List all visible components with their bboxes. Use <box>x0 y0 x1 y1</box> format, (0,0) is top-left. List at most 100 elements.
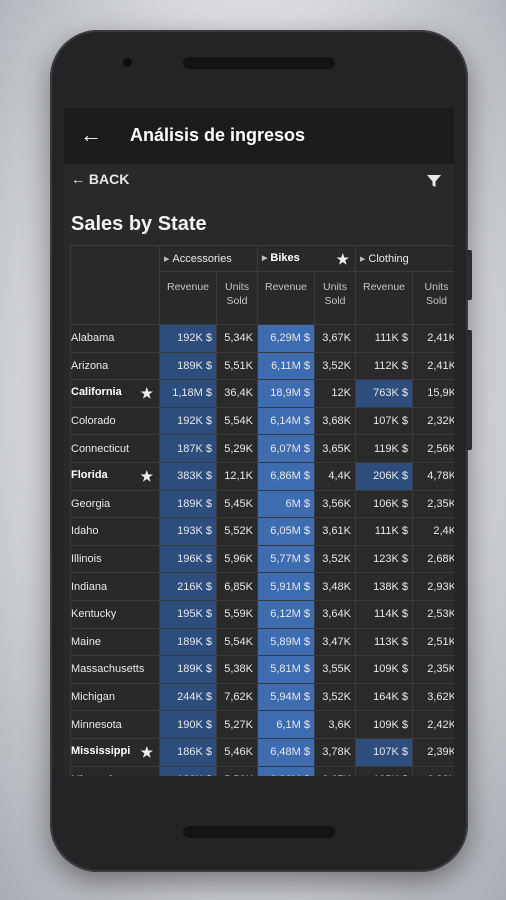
value-cell[interactable]: 2,42K <box>412 710 454 739</box>
value-cell[interactable]: 113K $ <box>355 627 413 657</box>
value-cell[interactable]: 3,65K <box>314 434 356 463</box>
value-cell[interactable]: 5,38K <box>216 655 258 684</box>
value-cell[interactable]: 107K $ <box>355 406 413 436</box>
state-cell[interactable]: Georgia <box>70 489 160 519</box>
value-cell[interactable]: 196K $ <box>159 544 217 574</box>
state-cell[interactable]: Maine <box>70 627 160 657</box>
value-cell[interactable]: 6,12M $ <box>257 599 315 629</box>
value-cell[interactable]: 189K $ <box>159 627 217 657</box>
value-cell[interactable]: 6,48M $ <box>257 737 315 767</box>
value-cell[interactable]: 5,51K <box>216 351 258 381</box>
state-cell[interactable]: Kentucky <box>70 599 160 629</box>
value-cell[interactable]: 2,32K <box>412 406 454 436</box>
value-cell[interactable]: 4,78K <box>412 461 454 491</box>
filter-icon[interactable] <box>426 173 442 189</box>
back-arrow-icon[interactable]: ← <box>80 121 102 149</box>
value-cell[interactable]: 6,85K <box>216 572 258 601</box>
value-cell[interactable]: 183K $ <box>159 765 217 776</box>
value-cell[interactable]: 114K $ <box>355 599 413 629</box>
column-header[interactable]: Revenue <box>159 271 217 325</box>
value-cell[interactable]: 15,9K <box>412 379 454 408</box>
value-cell[interactable]: 5,59K <box>216 599 258 629</box>
value-cell[interactable]: 109K $ <box>355 655 413 684</box>
star-icon[interactable]: ★ <box>140 469 153 483</box>
back-button[interactable]: ← BACK <box>71 171 129 187</box>
group-header-bikes[interactable]: ▶ Bikes ★ <box>257 245 356 272</box>
value-cell[interactable]: 3,52K <box>314 544 356 574</box>
value-cell[interactable]: 3,52K <box>314 682 356 712</box>
value-cell[interactable]: 123K $ <box>355 544 413 574</box>
value-cell[interactable]: 383K $ <box>159 461 217 491</box>
value-cell[interactable]: 112K $ <box>355 351 413 381</box>
value-cell[interactable]: 5,45K <box>216 489 258 519</box>
state-cell[interactable]: Missouri <box>70 765 160 776</box>
value-cell[interactable]: 6M $ <box>257 489 315 519</box>
value-cell[interactable]: 2,39K <box>412 737 454 767</box>
group-header-accessories[interactable]: ▶ Accessories <box>159 245 258 272</box>
value-cell[interactable]: 5,77M $ <box>257 544 315 574</box>
value-cell[interactable]: 111K $ <box>355 517 413 546</box>
value-cell[interactable]: 189K $ <box>159 489 217 519</box>
column-header[interactable]: Revenue <box>355 271 413 325</box>
state-cell[interactable]: Alabama <box>70 324 160 353</box>
value-cell[interactable]: 192K $ <box>159 406 217 436</box>
value-cell[interactable]: 3,62K <box>412 682 454 712</box>
value-cell[interactable]: 2,68K <box>412 544 454 574</box>
value-cell[interactable]: 2,41K <box>412 351 454 381</box>
value-cell[interactable]: 2,41K <box>412 324 454 353</box>
state-cell[interactable]: Arizona <box>70 351 160 381</box>
value-cell[interactable]: 5,89M $ <box>257 627 315 657</box>
value-cell[interactable]: 5,52K <box>216 765 258 776</box>
value-cell[interactable]: 6,11M $ <box>257 351 315 381</box>
value-cell[interactable]: 6,07M $ <box>257 434 315 463</box>
value-cell[interactable]: 7,62K <box>216 682 258 712</box>
state-cell[interactable]: Colorado <box>70 406 160 436</box>
value-cell[interactable]: 2,93K <box>412 572 454 601</box>
value-cell[interactable]: 3,52K <box>314 351 356 381</box>
value-cell[interactable]: 164K $ <box>355 682 413 712</box>
value-cell[interactable]: 119K $ <box>355 434 413 463</box>
value-cell[interactable]: 5,81M $ <box>257 655 315 684</box>
value-cell[interactable]: 187K $ <box>159 434 217 463</box>
value-cell[interactable]: 5,29K <box>216 434 258 463</box>
value-cell[interactable]: 138K $ <box>355 572 413 601</box>
state-cell[interactable]: Idaho <box>70 517 160 546</box>
value-cell[interactable]: 2,4K <box>412 517 454 546</box>
value-cell[interactable]: 3,68K <box>314 406 356 436</box>
value-cell[interactable]: 5,96K <box>216 544 258 574</box>
value-cell[interactable]: 107K $ <box>355 737 413 767</box>
state-cell[interactable]: Florida ★ <box>70 461 160 491</box>
value-cell[interactable]: 216K $ <box>159 572 217 601</box>
star-icon[interactable]: ★ <box>336 252 349 266</box>
value-cell[interactable]: 190K $ <box>159 710 217 739</box>
value-cell[interactable]: 36,4K <box>216 379 258 408</box>
value-cell[interactable]: 2,35K <box>412 655 454 684</box>
value-cell[interactable]: 1,18M $ <box>159 379 217 408</box>
star-icon[interactable]: ★ <box>140 745 153 759</box>
column-header[interactable]: Revenue <box>257 271 315 325</box>
value-cell[interactable]: 5,94M $ <box>257 682 315 712</box>
value-cell[interactable]: 5,54K <box>216 627 258 657</box>
value-cell[interactable]: 186K $ <box>159 737 217 767</box>
value-cell[interactable]: 3,67K <box>314 765 356 776</box>
value-cell[interactable]: 6,26M $ <box>257 765 315 776</box>
value-cell[interactable]: 192K $ <box>159 324 217 353</box>
state-cell[interactable]: Illinois <box>70 544 160 574</box>
state-cell[interactable]: Indiana <box>70 572 160 601</box>
value-cell[interactable]: 244K $ <box>159 682 217 712</box>
value-cell[interactable]: 3,55K <box>314 655 356 684</box>
value-cell[interactable]: 6,14M $ <box>257 406 315 436</box>
value-cell[interactable]: 2,53K <box>412 599 454 629</box>
value-cell[interactable]: 111K $ <box>355 324 413 353</box>
value-cell[interactable]: 5,54K <box>216 406 258 436</box>
value-cell[interactable]: 2,33K <box>412 765 454 776</box>
value-cell[interactable]: 3,64K <box>314 599 356 629</box>
value-cell[interactable]: 4,4K <box>314 461 356 491</box>
value-cell[interactable]: 5,34K <box>216 324 258 353</box>
value-cell[interactable]: 5,27K <box>216 710 258 739</box>
value-cell[interactable]: 109K $ <box>355 710 413 739</box>
value-cell[interactable]: 6,05M $ <box>257 517 315 546</box>
value-cell[interactable]: 18,9M $ <box>257 379 315 408</box>
state-cell[interactable]: Connecticut <box>70 434 160 463</box>
value-cell[interactable]: 3,78K <box>314 737 356 767</box>
